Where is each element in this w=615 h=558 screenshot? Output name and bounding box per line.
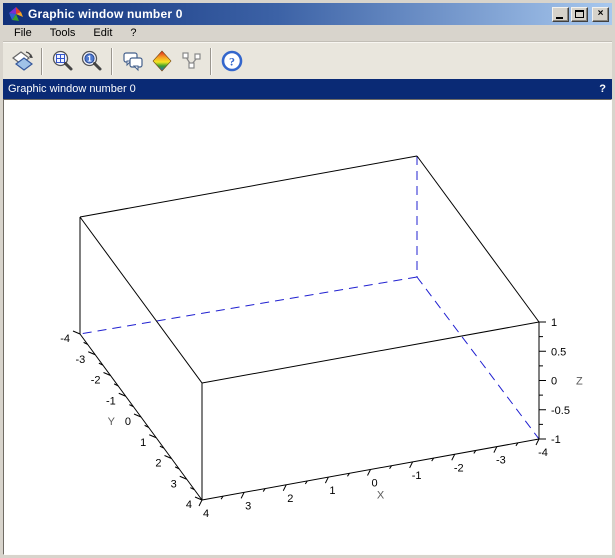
- x-tick-label: -4: [538, 447, 548, 459]
- menu-tools[interactable]: Tools: [41, 26, 85, 41]
- maximize-icon: [575, 10, 584, 18]
- x-tick-label: -2: [454, 462, 464, 474]
- x-tick-label: -1: [412, 470, 422, 482]
- dialogs-icon: [121, 49, 145, 73]
- y-tick-label: -3: [75, 354, 85, 366]
- minimize-icon: [556, 17, 563, 19]
- menu-edit[interactable]: Edit: [84, 26, 121, 41]
- window-title: Graphic window number 0: [28, 7, 552, 21]
- z-tick-label: 0.5: [551, 346, 566, 358]
- x-tick-label: 1: [329, 485, 335, 497]
- help-icon: ?: [220, 49, 244, 73]
- rotate-icon: [10, 49, 34, 73]
- y-tick-label: 1: [140, 437, 146, 449]
- demo-icon: [150, 49, 174, 73]
- y-tick-label: -2: [91, 375, 101, 387]
- axes-box-solid-edges: [80, 156, 539, 500]
- svg-text:1: 1: [87, 55, 92, 64]
- infobar-help-button[interactable]: ?: [599, 83, 606, 95]
- title-bar[interactable]: Graphic window number 0 ×: [3, 3, 612, 25]
- x-tick-label: 0: [371, 478, 377, 490]
- z-tick-label: 0: [551, 376, 557, 388]
- x-tick-label: 4: [203, 508, 209, 520]
- toolbar-separator: [210, 48, 212, 75]
- original-view-icon: 1: [80, 49, 104, 73]
- menu-file[interactable]: File: [5, 26, 41, 41]
- edit-objects-button[interactable]: [176, 47, 205, 76]
- y-tick-label: -1: [106, 395, 116, 407]
- figure-info-bar: Graphic window number 0 ?: [3, 79, 612, 99]
- scilab-graphic-window: Graphic window number 0 × File Tools Edi…: [0, 0, 615, 558]
- axis-tick-labels: -4-3-2-101234Y43210-1-2-3-4X-1-0.500.51Z: [60, 317, 583, 520]
- window-controls: ×: [552, 7, 609, 22]
- zoom-area-button[interactable]: [48, 47, 77, 76]
- y-tick-label: 4: [186, 499, 192, 511]
- close-button[interactable]: ×: [592, 7, 609, 22]
- z-tick-label: 1: [551, 317, 557, 329]
- svg-text:?: ?: [229, 55, 235, 69]
- y-tick-label: 0: [125, 416, 131, 428]
- original-view-button[interactable]: 1: [77, 47, 106, 76]
- help-button[interactable]: ?: [217, 47, 246, 76]
- toolbar-separator: [41, 48, 43, 75]
- menu-bar: File Tools Edit ?: [3, 25, 612, 42]
- close-icon: ×: [598, 9, 604, 19]
- plot-3d-axes[interactable]: -4-3-2-101234Y43210-1-2-3-4X-1-0.500.51Z: [4, 100, 611, 554]
- dialogs-button[interactable]: [118, 47, 147, 76]
- scilab-app-icon: [8, 6, 24, 22]
- y-axis-label: Y: [108, 416, 116, 428]
- rotate-button[interactable]: [7, 47, 36, 76]
- y-tick-label: -4: [60, 333, 70, 345]
- x-tick-label: 2: [287, 493, 293, 505]
- y-tick-label: 3: [171, 478, 177, 490]
- menu-help[interactable]: ?: [121, 26, 145, 41]
- figure-info-title: Graphic window number 0: [8, 83, 136, 95]
- x-tick-label: 3: [245, 500, 251, 512]
- demo-button[interactable]: [147, 47, 176, 76]
- maximize-button[interactable]: [571, 7, 588, 22]
- x-axis-label: X: [377, 490, 385, 502]
- graphics-canvas[interactable]: -4-3-2-101234Y43210-1-2-3-4X-1-0.500.51Z: [3, 99, 612, 555]
- axes-box-hidden-edges: [80, 156, 539, 439]
- edit-objects-icon: [179, 49, 203, 73]
- z-axis-label: Z: [576, 376, 583, 388]
- x-tick-label: -3: [496, 455, 506, 467]
- minimize-button[interactable]: [552, 7, 569, 22]
- z-tick-label: -0.5: [551, 405, 570, 417]
- toolbar-separator: [111, 48, 113, 75]
- zoom-area-icon: [51, 49, 75, 73]
- y-tick-label: 2: [155, 458, 161, 470]
- toolbar: 1: [3, 42, 612, 79]
- z-tick-label: -1: [551, 434, 561, 446]
- axis-ticks: [73, 322, 546, 506]
